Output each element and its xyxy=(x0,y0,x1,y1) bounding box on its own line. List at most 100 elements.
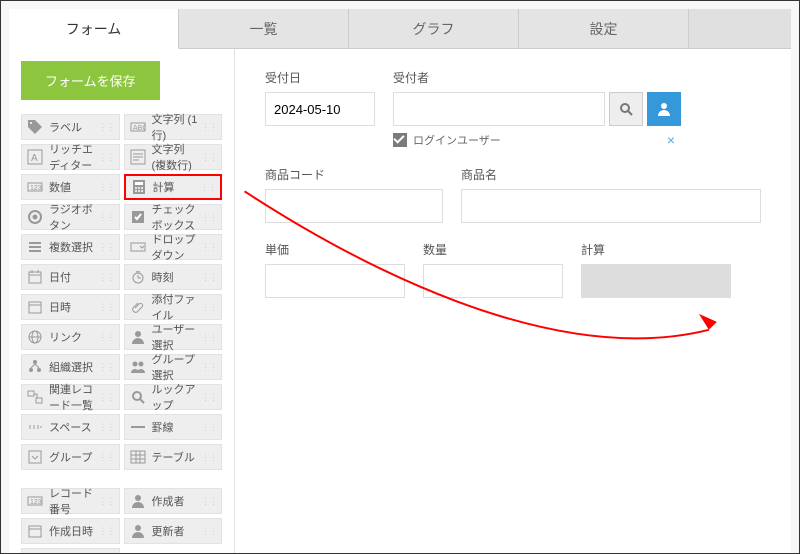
palette-radio[interactable]: ラジオボタン⋮⋮ xyxy=(21,204,120,230)
palette-item-label: テーブル xyxy=(152,449,195,465)
globe-icon xyxy=(26,328,44,346)
palette-created-at[interactable]: 作成日時⋮⋮ xyxy=(21,518,120,544)
checkbox-icon xyxy=(129,208,147,226)
palette-group[interactable]: グループ ⋮⋮ xyxy=(21,444,120,470)
grip-icon: ⋮⋮ xyxy=(201,302,217,313)
palette-item-label: ラベル xyxy=(49,119,82,135)
palette-record-no[interactable]: 123 レコード番号⋮⋮ xyxy=(21,488,120,514)
field-label: 単価 xyxy=(265,241,405,258)
save-form-button[interactable]: フォームを保存 xyxy=(21,61,160,100)
palette-dropdown[interactable]: ドロップダウン⋮⋮ xyxy=(124,234,223,260)
user-icon xyxy=(129,328,147,346)
login-user-chip: ログインユーザー × xyxy=(393,132,679,148)
palette-item-label: 関連レコード一覧 xyxy=(49,381,99,413)
grip-icon: ⋮⋮ xyxy=(201,526,217,537)
field-calc: 計算 xyxy=(581,241,731,298)
field-label: 受付日 xyxy=(265,69,375,86)
palette-lookup[interactable]: ルックアップ⋮⋮ xyxy=(124,384,223,410)
grip-icon: ⋮⋮ xyxy=(201,212,217,223)
palette-text-single[interactable]: ABC 文字列 (1行)⋮⋮ xyxy=(124,114,223,140)
grip-icon: ⋮⋮ xyxy=(99,332,115,343)
grip-icon: ⋮⋮ xyxy=(200,182,216,193)
palette-link[interactable]: リンク⋮⋮ xyxy=(21,324,120,350)
palette-updated-at[interactable]: 更新日時⋮⋮ xyxy=(21,548,120,554)
grip-icon: ⋮⋮ xyxy=(99,152,115,163)
tab-list[interactable]: 一覧 xyxy=(179,9,349,48)
palette-border[interactable]: 罫線⋮⋮ xyxy=(124,414,223,440)
palette-item-label: 更新者 xyxy=(152,523,185,539)
calc-result-display xyxy=(581,264,731,298)
grip-icon: ⋮⋮ xyxy=(99,452,115,463)
grip-icon: ⋮⋮ xyxy=(201,242,217,253)
select-user-button[interactable] xyxy=(647,92,681,126)
calendar-icon xyxy=(26,268,44,286)
grip-icon: ⋮⋮ xyxy=(201,362,217,373)
palette-item-label: レコード番号 xyxy=(49,485,99,517)
receiver-input[interactable] xyxy=(393,92,605,126)
grip-icon: ⋮⋮ xyxy=(99,302,115,313)
palette-item-label: ルックアップ xyxy=(152,381,202,413)
palette-text-multi[interactable]: 文字列 (複数行)⋮⋮ xyxy=(124,144,223,170)
palette-item-label: 計算 xyxy=(153,179,175,195)
paperclip-icon xyxy=(129,298,147,316)
related-icon xyxy=(26,388,44,406)
palette-item-label: スペース xyxy=(49,419,92,435)
palette-datetime[interactable]: 日時⋮⋮ xyxy=(21,294,120,320)
palette-related[interactable]: 関連レコード一覧⋮⋮ xyxy=(21,384,120,410)
field-product-name: 商品名 xyxy=(461,166,761,223)
palette-creator[interactable]: 作成者⋮⋮ xyxy=(124,488,223,514)
field-receipt-date: 受付日 xyxy=(265,69,375,148)
text-multi-icon xyxy=(129,148,147,166)
field-label: 商品コード xyxy=(265,166,443,183)
tab-settings[interactable]: 設定 xyxy=(519,9,689,48)
radio-icon xyxy=(26,208,44,226)
field-palette: ラベル⋮⋮ ABC 文字列 (1行)⋮⋮ A リッチエディター⋮⋮ 文字列 (複… xyxy=(21,114,222,554)
receipt-date-input[interactable] xyxy=(265,92,375,126)
palette-calc[interactable]: 計算 ⋮⋮ xyxy=(124,174,223,200)
palette-user-select[interactable]: ユーザー選択⋮⋮ xyxy=(124,324,223,350)
palette-date[interactable]: 日付⋮⋮ xyxy=(21,264,120,290)
product-code-input[interactable] xyxy=(265,189,443,223)
product-name-input[interactable] xyxy=(461,189,761,223)
palette-label[interactable]: ラベル⋮⋮ xyxy=(21,114,120,140)
palette-number[interactable]: 123 数値⋮⋮ xyxy=(21,174,120,200)
space-icon xyxy=(26,418,44,436)
palette-org-select[interactable]: 組織選択⋮⋮ xyxy=(21,354,120,380)
app-frame: フォーム 一覧 グラフ 設定 フォームを保存 ラベル⋮⋮ ABC 文字列 (1行… xyxy=(0,0,800,554)
number-icon: 123 xyxy=(26,178,44,196)
multiselect-icon xyxy=(26,238,44,256)
palette-multiselect[interactable]: 複数選択⋮⋮ xyxy=(21,234,120,260)
number-icon: 123 xyxy=(26,492,44,510)
grip-icon: ⋮⋮ xyxy=(99,182,115,193)
palette-attachment[interactable]: 添付ファイル⋮⋮ xyxy=(124,294,223,320)
palette-time[interactable]: 時刻⋮⋮ xyxy=(124,264,223,290)
palette-item-label: 文字列 (複数行) xyxy=(152,141,202,173)
svg-text:123: 123 xyxy=(30,185,42,192)
palette-item-label: 作成者 xyxy=(152,493,185,509)
svg-text:A: A xyxy=(31,153,38,164)
palette-table[interactable]: テーブル⋮⋮ xyxy=(124,444,223,470)
tab-graph[interactable]: グラフ xyxy=(349,9,519,48)
user-icon xyxy=(129,492,147,510)
palette-group-select[interactable]: グループ選択⋮⋮ xyxy=(124,354,223,380)
palette-updater[interactable]: 更新者 ⋮⋮ xyxy=(124,518,223,544)
palette-item-label: 作成日時 xyxy=(49,523,93,539)
palette-space[interactable]: スペース ⋮⋮ xyxy=(21,414,120,440)
grip-icon: ⋮⋮ xyxy=(201,422,217,433)
palette-checkbox[interactable]: チェックボックス⋮⋮ xyxy=(124,204,223,230)
unit-price-input[interactable] xyxy=(265,264,405,298)
clear-button[interactable]: × xyxy=(663,132,679,148)
search-user-button[interactable] xyxy=(609,92,643,126)
grip-icon: ⋮⋮ xyxy=(99,362,115,373)
palette-rich-editor[interactable]: A リッチエディター⋮⋮ xyxy=(21,144,120,170)
quantity-input[interactable] xyxy=(423,264,563,298)
tab-form[interactable]: フォーム xyxy=(9,9,179,49)
field-product-code: 商品コード xyxy=(265,166,443,223)
palette-item-label: 添付ファイル xyxy=(152,291,202,323)
field-label: 数量 xyxy=(423,241,563,258)
grip-icon: ⋮⋮ xyxy=(99,422,115,433)
calendar-icon xyxy=(26,522,44,540)
palette-item-label: グループ xyxy=(49,449,92,465)
text-single-icon: ABC xyxy=(129,118,147,136)
form-canvas: 受付日 受付者 xyxy=(235,49,791,553)
